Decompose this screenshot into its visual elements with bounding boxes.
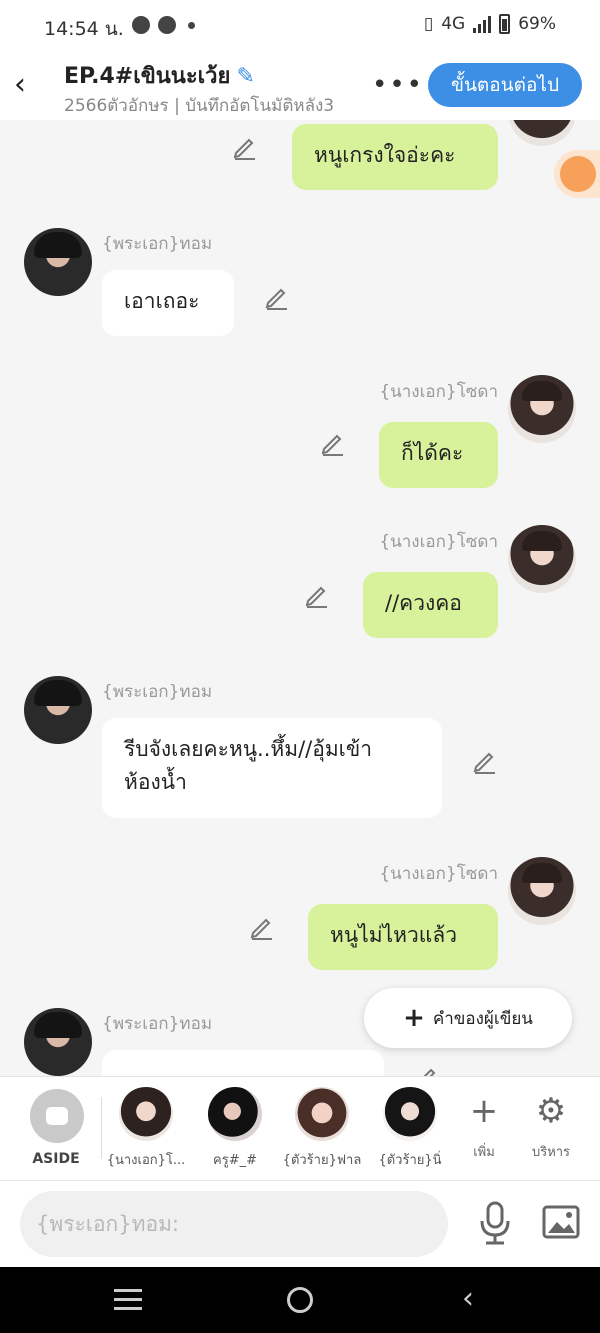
next-step-button[interactable]: ขั้นตอนต่อไป	[428, 63, 582, 107]
record-floating-button[interactable]	[554, 150, 600, 198]
sender-name: {นางเอก}โซดา	[379, 382, 498, 402]
episode-title-text: EP.4#เขินนะเว้ย	[64, 64, 231, 89]
chat-area[interactable]: หนูเกรงใจอ่ะคะ {พระเอก}ทอม เอาเถอะ {นางเ…	[0, 120, 600, 1076]
message-bubble[interactable]: //ควงคอ	[363, 572, 498, 638]
message-bubble[interactable]: เอาเถอะ	[102, 270, 234, 336]
aside-button[interactable]	[30, 1089, 84, 1143]
message-bubble[interactable]: ก็ได้คะ	[379, 422, 498, 488]
add-character-button[interactable]: + เพิ่ม	[449, 1089, 519, 1162]
manage-characters-button[interactable]: ⚙ บริหาร	[516, 1089, 586, 1162]
more-notifications-icon	[188, 21, 195, 29]
avatar-soda[interactable]	[508, 375, 576, 443]
recent-apps-icon[interactable]	[114, 1289, 142, 1311]
message-input-bar	[0, 1180, 600, 1267]
character-name: {ตัวร้าย}นิ่	[378, 1153, 442, 1168]
character-name: ครู#_#	[213, 1153, 257, 1168]
system-navigation-bar: ‹	[0, 1267, 600, 1333]
vibrate-icon: ▯	[423, 14, 434, 34]
avatar-soda[interactable]	[508, 857, 576, 925]
home-icon[interactable]	[287, 1287, 313, 1313]
character-item[interactable]: {นางเอก}โ...	[102, 1087, 190, 1170]
edit-message-pencil-icon[interactable]	[264, 284, 290, 310]
message-bubble[interactable]: หนูเกรงใจอ่ะคะ	[292, 124, 498, 190]
more-options-icon[interactable]: •••	[372, 70, 424, 100]
plus-icon: +	[403, 1003, 425, 1033]
aside-label: ASIDE	[32, 1151, 80, 1167]
status-time: 14:54 น.	[44, 18, 124, 40]
signal-icon	[473, 15, 492, 33]
avatar-tom[interactable]	[24, 1008, 92, 1076]
episode-title[interactable]: EP.4#เขินนะเว้ย ✎	[64, 58, 255, 93]
edit-message-pencil-icon[interactable]	[304, 582, 330, 608]
notification-icons	[132, 16, 195, 34]
edit-message-pencil-icon[interactable]	[232, 134, 258, 160]
character-bar: ASIDE {นางเอก}โ... ครู#_# {ตัวร้าย}ฟาล {…	[0, 1076, 600, 1180]
sender-name: {พระเอก}ทอม	[102, 234, 213, 254]
character-avatar	[119, 1087, 173, 1141]
sender-name: {นางเอก}โซดา	[379, 864, 498, 884]
edit-message-pencil-icon[interactable]	[472, 748, 498, 774]
sender-name: {พระเอก}ทอม	[102, 682, 213, 702]
authors-note-button[interactable]: + คำของผู้เขียน	[364, 988, 572, 1048]
edit-message-pencil-icon[interactable]	[249, 914, 275, 940]
battery-level: 69%	[518, 14, 556, 34]
editor-header: ‹ EP.4#เขินนะเว้ย ✎ 2566ตัวอักษร | บันทึก…	[0, 52, 600, 120]
character-name: {ตัวร้าย}ฟาล	[282, 1153, 362, 1168]
avatar-soda[interactable]	[508, 120, 576, 146]
avatar-soda[interactable]	[508, 525, 576, 593]
add-label: เพิ่ม	[473, 1145, 495, 1160]
network-type: 4G	[441, 14, 466, 34]
edit-title-pencil-icon[interactable]: ✎	[236, 64, 254, 89]
edit-message-pencil-icon[interactable]	[320, 430, 346, 456]
messenger-icon	[132, 16, 150, 34]
plus-icon: +	[469, 1091, 499, 1131]
back-arrow-icon[interactable]: ‹	[14, 68, 42, 102]
character-avatar	[295, 1087, 349, 1141]
character-item[interactable]: {ตัวร้าย}ฟาล	[278, 1087, 366, 1170]
edit-message-pencil-icon[interactable]	[414, 1064, 440, 1076]
autosave-status: 2566ตัวอักษร | บันทึกอัตโนมัติหลัง3	[64, 96, 335, 116]
manage-label: บริหาร	[531, 1145, 571, 1160]
system-status: ▯ 4G 69%	[424, 14, 556, 34]
gear-icon: ⚙	[535, 1091, 567, 1131]
status-bar: 14:54 น. ▯ 4G 69%	[0, 0, 600, 52]
character-item[interactable]: ครู#_#	[191, 1087, 279, 1170]
character-avatar	[208, 1087, 262, 1141]
authors-note-label: คำของผู้เขียน	[432, 1008, 533, 1029]
avatar-tom[interactable]	[24, 676, 92, 744]
message-input[interactable]	[20, 1191, 448, 1257]
image-icon[interactable]	[542, 1205, 580, 1239]
line-icon	[158, 16, 176, 34]
character-item[interactable]: {ตัวร้าย}นิ่	[366, 1087, 454, 1170]
character-name: {นางเอก}โ...	[106, 1153, 186, 1168]
message-bubble[interactable]: รีบจังเลยคะหนู..หึ้ม//อุ้มเข้าห้องน้ำ	[102, 718, 442, 818]
character-avatar	[383, 1087, 437, 1141]
message-bubble[interactable]	[102, 1050, 384, 1076]
back-icon[interactable]: ‹	[462, 1283, 474, 1315]
battery-icon	[499, 14, 511, 34]
microphone-icon[interactable]	[478, 1201, 512, 1245]
message-bubble[interactable]: หนูไม่ไหวแล้ว	[308, 904, 498, 970]
sender-name: {พระเอก}ทอม	[102, 1014, 213, 1034]
avatar-tom[interactable]	[24, 228, 92, 296]
sender-name: {นางเอก}โซดา	[379, 532, 498, 552]
